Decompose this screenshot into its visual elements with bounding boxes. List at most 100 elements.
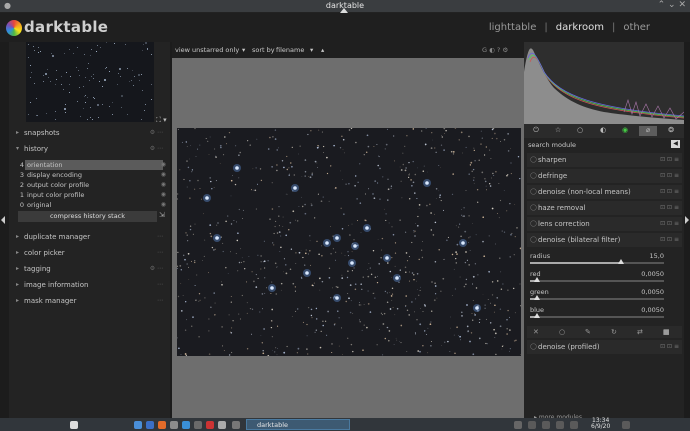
history-item-display-encoding[interactable]: 3 display encoding ◉ [18,170,170,180]
section-duplicate-manager[interactable]: ▸ duplicate manager ⋯ [14,230,167,244]
window-controls[interactable]: ⌃ ⌄ ✕ [658,0,686,10]
blend-parametric-mask-icon[interactable]: ↻ [611,328,617,336]
module-presets-icon[interactable]: ⊡ ⊡ ≡ [660,236,679,243]
reset-icon[interactable]: ⋯ [157,281,163,288]
tone-group-icon[interactable]: ◐ [594,126,612,136]
dolphin-icon[interactable] [182,421,190,429]
favorites-icon[interactable]: ☆ [549,126,567,136]
section-snapshots[interactable]: ▸ snapshots ⚙ ⋯ [14,126,167,140]
color-group-icon[interactable]: ◉ [616,126,634,136]
terminal-icon[interactable] [194,421,202,429]
darktable-icon[interactable] [232,421,240,429]
module-presets-icon[interactable]: ⊡ ⊡ ≡ [660,188,679,195]
overlay-icons[interactable]: G ◐ ? ⚙ [482,46,508,54]
chromium-icon[interactable] [134,421,142,429]
history-item-output-color-profile[interactable]: 2 output color profile ◉ [18,180,170,190]
module-power-icon[interactable]: ◯ [530,188,537,195]
module-presets-icon[interactable]: ⊡ ⊡ ≡ [660,343,679,350]
sort-direction-icon[interactable]: ▴ [321,46,324,54]
star [488,235,490,237]
section-mask-manager[interactable]: ▸ mask manager ⋯ [14,294,167,308]
power-icon[interactable]: ⏻ [527,126,545,136]
app-launcher-icon[interactable] [70,421,78,429]
settings-icon[interactable] [218,421,226,429]
tray-network-icon[interactable] [514,421,522,429]
tray-clipboard-icon[interactable] [528,421,536,429]
reset-icon[interactable]: ⋯ [157,233,163,240]
history-item-orientation[interactable]: 4 orientation ◉ [18,160,170,170]
module-denoise-profiled[interactable]: ◯ denoise (profiled) ⊡ ⊡ ≡ [527,340,682,354]
module-presets-icon[interactable]: ⊡ ⊡ ≡ [660,172,679,179]
reset-icon[interactable]: ⚙ ⋯ [150,129,163,136]
section-color-picker[interactable]: ▸ color picker ⋯ [14,246,167,260]
clock[interactable]: 13:34 6/9/20 [591,418,610,430]
module-presets-icon[interactable]: ⊡ ⊡ ≡ [660,220,679,227]
slider-track[interactable] [530,313,664,318]
slider-radius[interactable]: radius 15,0 [527,252,682,270]
view-lighttable[interactable]: lighttable [489,22,537,33]
section-image-information[interactable]: ▸ image information ⋯ [14,278,167,292]
module-power-icon[interactable]: ◯ [530,172,537,179]
blend-drawn-mask-icon[interactable]: ✎ [585,328,591,336]
left-panel-collapse-arrow-icon[interactable] [1,216,5,224]
module-defringe[interactable]: ◯ defringe ⊡ ⊡ ≡ [527,169,682,183]
sort-dropdown[interactable]: filename [276,46,304,54]
blend-uniform-icon[interactable]: ○ [559,328,565,336]
module-presets-icon[interactable]: ⊡ ⊡ ≡ [660,156,679,163]
reset-icon[interactable]: ⚙ ⋯ [150,145,163,152]
module-power-icon[interactable]: ◯ [530,204,537,211]
navigation-zoom-icon[interactable]: ⛶ ▾ [156,116,167,125]
files-icon[interactable] [170,421,178,429]
module-lens-correction[interactable]: ◯ lens correction ⊡ ⊡ ≡ [527,217,682,231]
firefox-icon[interactable] [158,421,166,429]
compress-history-button[interactable]: compress history stack [18,211,157,222]
right-panel-collapse-arrow-icon[interactable] [685,216,689,224]
clear-search-icon[interactable]: ◀ [671,140,680,148]
tray-volume-icon[interactable] [556,421,564,429]
blend-off-icon[interactable]: ✕ [533,328,539,336]
basic-group-icon[interactable]: ○ [571,126,589,136]
effect-group-icon[interactable]: ❂ [662,126,680,136]
search-module[interactable]: search module ◀ [524,138,684,151]
module-power-icon[interactable]: ◯ [530,220,537,227]
blend-combined-mask-icon[interactable]: ⇄ [637,328,643,336]
correct-group-icon[interactable]: ⌀ [639,126,657,136]
slider-track[interactable] [530,295,664,300]
history-num: 4 [19,161,24,169]
module-power-icon[interactable]: ◯ [530,156,537,163]
reset-icon[interactable]: ⚙ ⋯ [150,265,163,272]
module-denoise-nlm[interactable]: ◯ denoise (non-local means) ⊡ ⊡ ≡ [527,185,682,199]
rating-filter-dropdown[interactable]: unstarred only [192,46,239,54]
tray-expand-icon[interactable] [622,421,630,429]
history-item-input-color-profile[interactable]: 1 input color profile ◉ [18,190,170,200]
slider-track[interactable] [530,277,664,282]
module-presets-icon[interactable]: ⊡ ⊡ ≡ [660,204,679,211]
browser-icon[interactable] [146,421,154,429]
tray-updates-icon[interactable] [542,421,550,429]
history-item-original[interactable]: 0 original ◉ [18,200,170,210]
slider-track[interactable] [530,259,664,264]
module-power-icon[interactable]: ◯ [530,236,537,243]
module-haze-removal[interactable]: ◯ haze removal ⊡ ⊡ ≡ [527,201,682,215]
star [467,331,469,333]
reset-icon[interactable]: ⋯ [157,249,163,256]
taskbar-item-darktable[interactable]: darktable [246,419,350,430]
module-sharpen[interactable]: ◯ sharpen ⊡ ⊡ ≡ [527,153,682,167]
slider-blue[interactable]: blue 0,0050 [527,306,682,324]
media-icon[interactable] [206,421,214,429]
navigation-thumbnail[interactable] [26,42,154,122]
module-denoise-bilateral[interactable]: ◯ denoise (bilateral filter) ⊡ ⊡ ≡ [527,233,682,247]
slider-red[interactable]: red 0,0050 [527,270,682,288]
reset-icon[interactable]: ⋯ [157,297,163,304]
view-darkroom[interactable]: darkroom [556,22,604,33]
view-other[interactable]: other [623,22,650,33]
create-style-icon[interactable]: ⇲ [159,211,165,219]
section-tagging[interactable]: ▸ tagging ⚙ ⋯ [14,262,167,276]
histogram[interactable] [524,42,684,124]
blend-raster-mask-icon[interactable]: ▦ [663,328,670,336]
section-history[interactable]: ▾ history ⚙ ⋯ [14,142,167,156]
module-power-icon[interactable]: ◯ [530,343,537,350]
slider-green[interactable]: green 0,0050 [527,288,682,306]
star-field-photo[interactable] [177,128,521,356]
tray-battery-icon[interactable] [570,421,578,429]
